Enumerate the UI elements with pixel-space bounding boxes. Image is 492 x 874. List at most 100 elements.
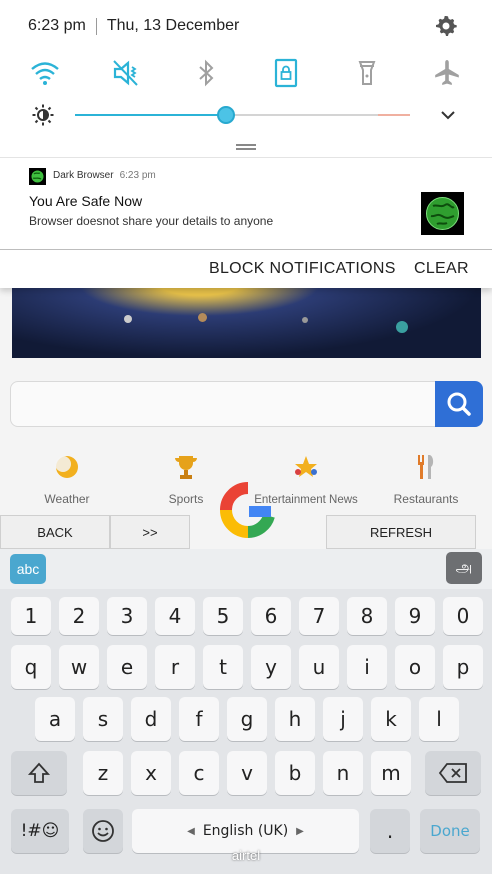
key-v-label: v — [241, 761, 253, 785]
notification-card[interactable]: Dark Browser 6:23 pm You Are Safe Now Bro… — [0, 157, 492, 249]
language-switch-label: அ — [455, 558, 473, 576]
drag-handle[interactable] — [236, 144, 256, 150]
key-a[interactable]: a — [35, 697, 75, 741]
key-l[interactable]: l — [419, 697, 459, 741]
space-key[interactable]: ◀ English (UK) ▶ — [132, 809, 359, 853]
shortcut-label: Sports — [168, 492, 204, 506]
key-f-label: f — [195, 707, 203, 731]
flashlight-icon[interactable] — [351, 57, 383, 89]
key-x[interactable]: x — [131, 751, 171, 795]
backspace-key[interactable] — [425, 751, 481, 795]
shift-key[interactable] — [11, 751, 67, 795]
key-p[interactable]: p — [443, 645, 483, 689]
cutlery-icon — [418, 455, 434, 479]
shortcut-restaurants[interactable]: Restaurants — [366, 452, 486, 506]
key-a-label: a — [48, 707, 62, 731]
key-r[interactable]: r — [155, 645, 195, 689]
key-j[interactable]: j — [323, 697, 363, 741]
key-u[interactable]: u — [299, 645, 339, 689]
space-banner-image — [12, 285, 481, 358]
clock-time: 6:23 pm — [28, 17, 86, 34]
key-3[interactable]: 3 — [107, 597, 147, 635]
shift-icon — [27, 762, 51, 783]
key-z-label: z — [97, 761, 109, 785]
key-n[interactable]: n — [323, 751, 363, 795]
key-h[interactable]: h — [275, 697, 315, 741]
key-f[interactable]: f — [179, 697, 219, 741]
emoji-key[interactable] — [83, 809, 123, 853]
symbols-key-label: !#☺ — [20, 821, 60, 841]
brightness-row — [0, 96, 492, 136]
stars-icon — [295, 456, 317, 477]
key-1[interactable]: 1 — [11, 597, 51, 635]
key-q[interactable]: q — [11, 645, 51, 689]
period-key[interactable]: . — [370, 809, 410, 853]
refresh-button[interactable]: REFRESH — [326, 515, 476, 549]
key-e[interactable]: e — [107, 645, 147, 689]
key-0[interactable]: 0 — [443, 597, 483, 635]
key-i[interactable]: i — [347, 645, 387, 689]
chevron-down-icon[interactable] — [440, 108, 456, 122]
back-button[interactable]: BACK — [0, 515, 110, 549]
rotation-lock-icon[interactable] — [270, 57, 302, 89]
key-4[interactable]: 4 — [155, 597, 195, 635]
key-7[interactable]: 7 — [299, 597, 339, 635]
notification-body: Browser doesnot share your details to an… — [29, 214, 274, 228]
bluetooth-icon[interactable] — [190, 57, 222, 89]
key-5[interactable]: 5 — [203, 597, 243, 635]
key-t[interactable]: t — [203, 645, 243, 689]
key-o[interactable]: o — [395, 645, 435, 689]
done-key[interactable]: Done — [420, 809, 480, 853]
key-s[interactable]: s — [83, 697, 123, 741]
key-5-label: 5 — [216, 604, 230, 628]
key-m[interactable]: m — [371, 751, 411, 795]
key-z[interactable]: z — [83, 751, 123, 795]
key-b[interactable]: b — [275, 751, 315, 795]
language-switch-button[interactable]: அ — [446, 552, 482, 584]
key-9[interactable]: 9 — [395, 597, 435, 635]
key-e-label: e — [120, 655, 134, 679]
block-notifications-button[interactable]: BLOCK NOTIFICATIONS — [209, 260, 396, 278]
key-g[interactable]: g — [227, 697, 267, 741]
key-6-label: 6 — [264, 604, 278, 628]
key-4-label: 4 — [168, 604, 182, 628]
key-y[interactable]: y — [251, 645, 291, 689]
mute-icon[interactable] — [110, 57, 142, 89]
key-0-label: 0 — [456, 604, 470, 628]
refresh-label: REFRESH — [369, 524, 433, 540]
key-k[interactable]: k — [371, 697, 411, 741]
key-3-label: 3 — [120, 604, 134, 628]
search-button[interactable] — [435, 381, 483, 427]
key-2[interactable]: 2 — [59, 597, 99, 635]
forward-button[interactable]: >> — [110, 515, 190, 549]
key-p-label: p — [456, 655, 470, 679]
key-6[interactable]: 6 — [251, 597, 291, 635]
keyboard-mode-button[interactable]: abc — [10, 554, 46, 584]
key-v[interactable]: v — [227, 751, 267, 795]
key-l-label: l — [436, 707, 442, 731]
brightness-thumb[interactable] — [216, 106, 235, 124]
shortcut-label: Restaurants — [393, 492, 459, 506]
key-c[interactable]: c — [179, 751, 219, 795]
search-input[interactable] — [10, 381, 437, 427]
shortcut-weather[interactable]: Weather — [7, 452, 127, 506]
gear-icon[interactable] — [434, 14, 458, 38]
key-8[interactable]: 8 — [347, 597, 387, 635]
key-w[interactable]: w — [59, 645, 99, 689]
period-key-label: . — [386, 819, 394, 843]
key-b-label: b — [288, 761, 302, 785]
airplane-icon[interactable] — [431, 57, 463, 89]
status-row: 6:23 pm Thu, 13 December — [28, 14, 239, 38]
key-g-label: g — [240, 707, 254, 731]
search-bar[interactable] — [10, 381, 483, 427]
brightness-fill — [75, 114, 226, 116]
language-left-arrow-icon: ◀ — [187, 825, 195, 837]
wifi-icon[interactable] — [29, 57, 61, 89]
clear-button[interactable]: CLEAR — [414, 260, 469, 278]
symbols-key[interactable]: !#☺ — [11, 809, 69, 853]
key-y-label: y — [265, 655, 277, 679]
status-date: Thu, 13 December — [106, 17, 240, 34]
brightness-outdoor-zone — [378, 114, 410, 116]
key-h-label: h — [288, 707, 302, 731]
key-d[interactable]: d — [131, 697, 171, 741]
